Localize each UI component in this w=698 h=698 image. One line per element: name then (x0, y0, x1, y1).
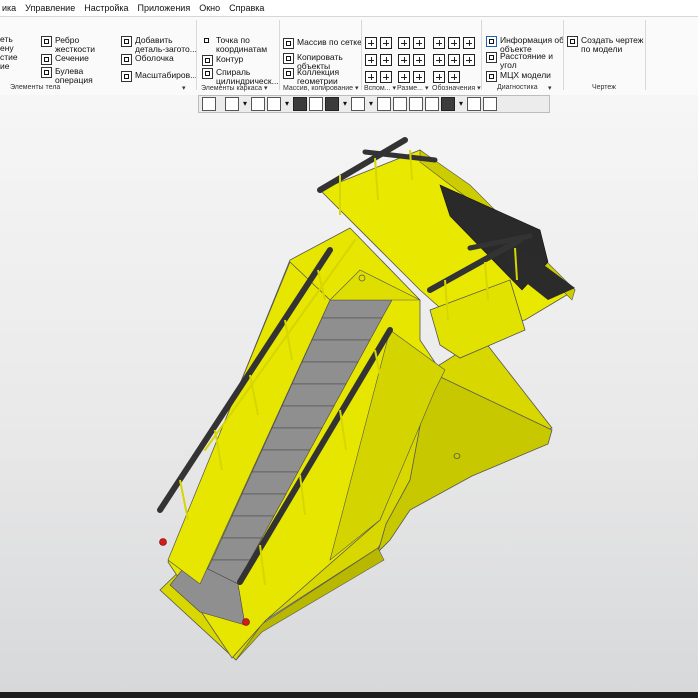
contour-button[interactable]: Контур (202, 55, 243, 66)
zoom-extents-icon[interactable] (202, 97, 216, 111)
aux-cs-icon[interactable] (380, 54, 392, 66)
group-caption-dims[interactable]: Разме... ▾ (397, 84, 428, 92)
menu-bar: ика Управление Настройка Приложения Окно… (0, 0, 698, 17)
point-by-coords-button[interactable]: Точка по координатам (202, 36, 267, 54)
linear-dim-icon[interactable] (398, 37, 410, 49)
menu-item-control[interactable]: Управление (25, 3, 75, 13)
leader-icon[interactable] (463, 37, 475, 49)
group-expand-body[interactable]: ▾ (182, 84, 186, 92)
tolerance-icon[interactable] (433, 54, 445, 66)
group-caption-aux[interactable]: Вспом... ▾ (364, 84, 396, 92)
mass-properties-icon (486, 71, 497, 82)
mark-icon[interactable] (463, 54, 475, 66)
group-caption-diagnostics[interactable]: Диагностика (497, 84, 538, 91)
ribbon-clipped-item-4[interactable]: ие (0, 62, 9, 71)
ribbon-toolbar: еть ену стие ие Ребро жесткости Сечение … (0, 17, 698, 96)
scale-icon (121, 71, 132, 82)
chevron-down-icon[interactable]: ▾ (283, 97, 291, 111)
menu-item-settings[interactable]: Настройка (84, 3, 128, 13)
thread-icon[interactable] (448, 71, 460, 83)
copy-objects-icon (283, 53, 294, 64)
position-icon[interactable] (433, 71, 445, 83)
chevron-down-icon[interactable]: ▾ (457, 97, 465, 111)
menu-item-kinematics[interactable]: ика (2, 3, 16, 13)
section-button[interactable]: Сечение (41, 54, 89, 65)
show-all-icon[interactable] (409, 97, 423, 111)
edit-icon[interactable] (483, 97, 497, 111)
scale-button[interactable]: Масштабиров... (121, 71, 197, 82)
ribbon-separator (481, 20, 482, 90)
ribbon-separator (196, 20, 197, 90)
create-drawing-button[interactable]: Создать чертеж по модели (567, 36, 643, 54)
group-expand-diagnostics[interactable]: ▾ (548, 84, 552, 92)
radial-dim-icon[interactable] (398, 54, 410, 66)
group-caption-frame[interactable]: Элементы каркаса ▾ (201, 84, 268, 92)
arc-dim-icon[interactable] (413, 71, 425, 83)
add-part-icon (121, 36, 132, 47)
section-view-icon[interactable] (377, 97, 391, 111)
ribbon-separator (361, 20, 362, 90)
roughness-icon[interactable] (433, 37, 445, 49)
chevron-down-icon[interactable]: ▾ (241, 97, 249, 111)
group-caption-designations[interactable]: Обозначения ▾ (432, 84, 481, 92)
aux-line-icon[interactable] (365, 71, 377, 83)
spiral-icon (202, 68, 213, 79)
group-caption-body[interactable]: Элементы тела (10, 84, 60, 91)
group-caption-array[interactable]: Массив, копирование ▾ (283, 84, 359, 92)
filter-icon[interactable] (441, 97, 455, 111)
perspective-icon[interactable] (351, 97, 365, 111)
angular-dim-icon[interactable] (413, 37, 425, 49)
weld-icon[interactable] (448, 37, 460, 49)
aux-point-icon[interactable] (365, 54, 377, 66)
base-icon[interactable] (448, 54, 460, 66)
taskbar-strip (0, 692, 698, 698)
boolean-icon (41, 67, 52, 78)
distance-angle-button[interactable]: Расстояние и угол (486, 52, 553, 70)
distance-angle-icon (486, 52, 497, 63)
mass-properties-button[interactable]: МЦХ модели (486, 71, 551, 82)
ribbon-separator (563, 20, 564, 90)
ribbon-separator (645, 20, 646, 90)
properties-icon[interactable] (467, 97, 481, 111)
diameter-dim-icon[interactable] (413, 54, 425, 66)
view-toolbar: ▾ ▾ ▾ ▾ ▾ (198, 95, 550, 113)
display-mode-icon[interactable] (393, 97, 407, 111)
layers-icon[interactable] (425, 97, 439, 111)
pan-icon[interactable] (251, 97, 265, 111)
chamfer-dim-icon[interactable] (398, 71, 410, 83)
menu-item-help[interactable]: Справка (229, 3, 264, 13)
model-viewport[interactable] (0, 95, 698, 693)
shell-icon (121, 54, 132, 65)
view-orientation-icon[interactable] (293, 97, 307, 111)
object-info-icon (486, 36, 497, 47)
shell-button[interactable]: Оболочка (121, 54, 174, 65)
menu-item-window[interactable]: Окно (199, 3, 220, 13)
group-caption-drawing[interactable]: Чертеж (592, 84, 616, 91)
hidden-lines-icon[interactable] (325, 97, 339, 111)
point-icon (202, 36, 213, 47)
create-drawing-icon (567, 36, 578, 47)
chevron-down-icon[interactable]: ▾ (341, 97, 349, 111)
aux-plane-icon[interactable] (380, 37, 392, 49)
rotate-icon[interactable] (267, 97, 281, 111)
add-part-button[interactable]: Добавить деталь-загото... (121, 36, 197, 54)
rib-icon (41, 36, 52, 47)
contour-icon (202, 55, 213, 66)
grid-array-button[interactable]: Массив по сетке (283, 38, 362, 49)
shading-icon[interactable] (309, 97, 323, 111)
aux-axis-icon[interactable] (365, 37, 377, 49)
geometry-collection-icon (283, 68, 294, 79)
menu-item-applications[interactable]: Приложения (138, 3, 191, 13)
grid-array-icon (283, 38, 294, 49)
ribbon-separator (279, 20, 280, 90)
section-icon (41, 54, 52, 65)
boolean-button[interactable]: Булева операция (41, 67, 93, 85)
stair-model-3d[interactable] (0, 95, 698, 693)
zoom-icon[interactable] (225, 97, 239, 111)
chevron-down-icon[interactable]: ▾ (367, 97, 375, 111)
aux-curve-icon[interactable] (380, 71, 392, 83)
rib-button[interactable]: Ребро жесткости (41, 36, 95, 54)
